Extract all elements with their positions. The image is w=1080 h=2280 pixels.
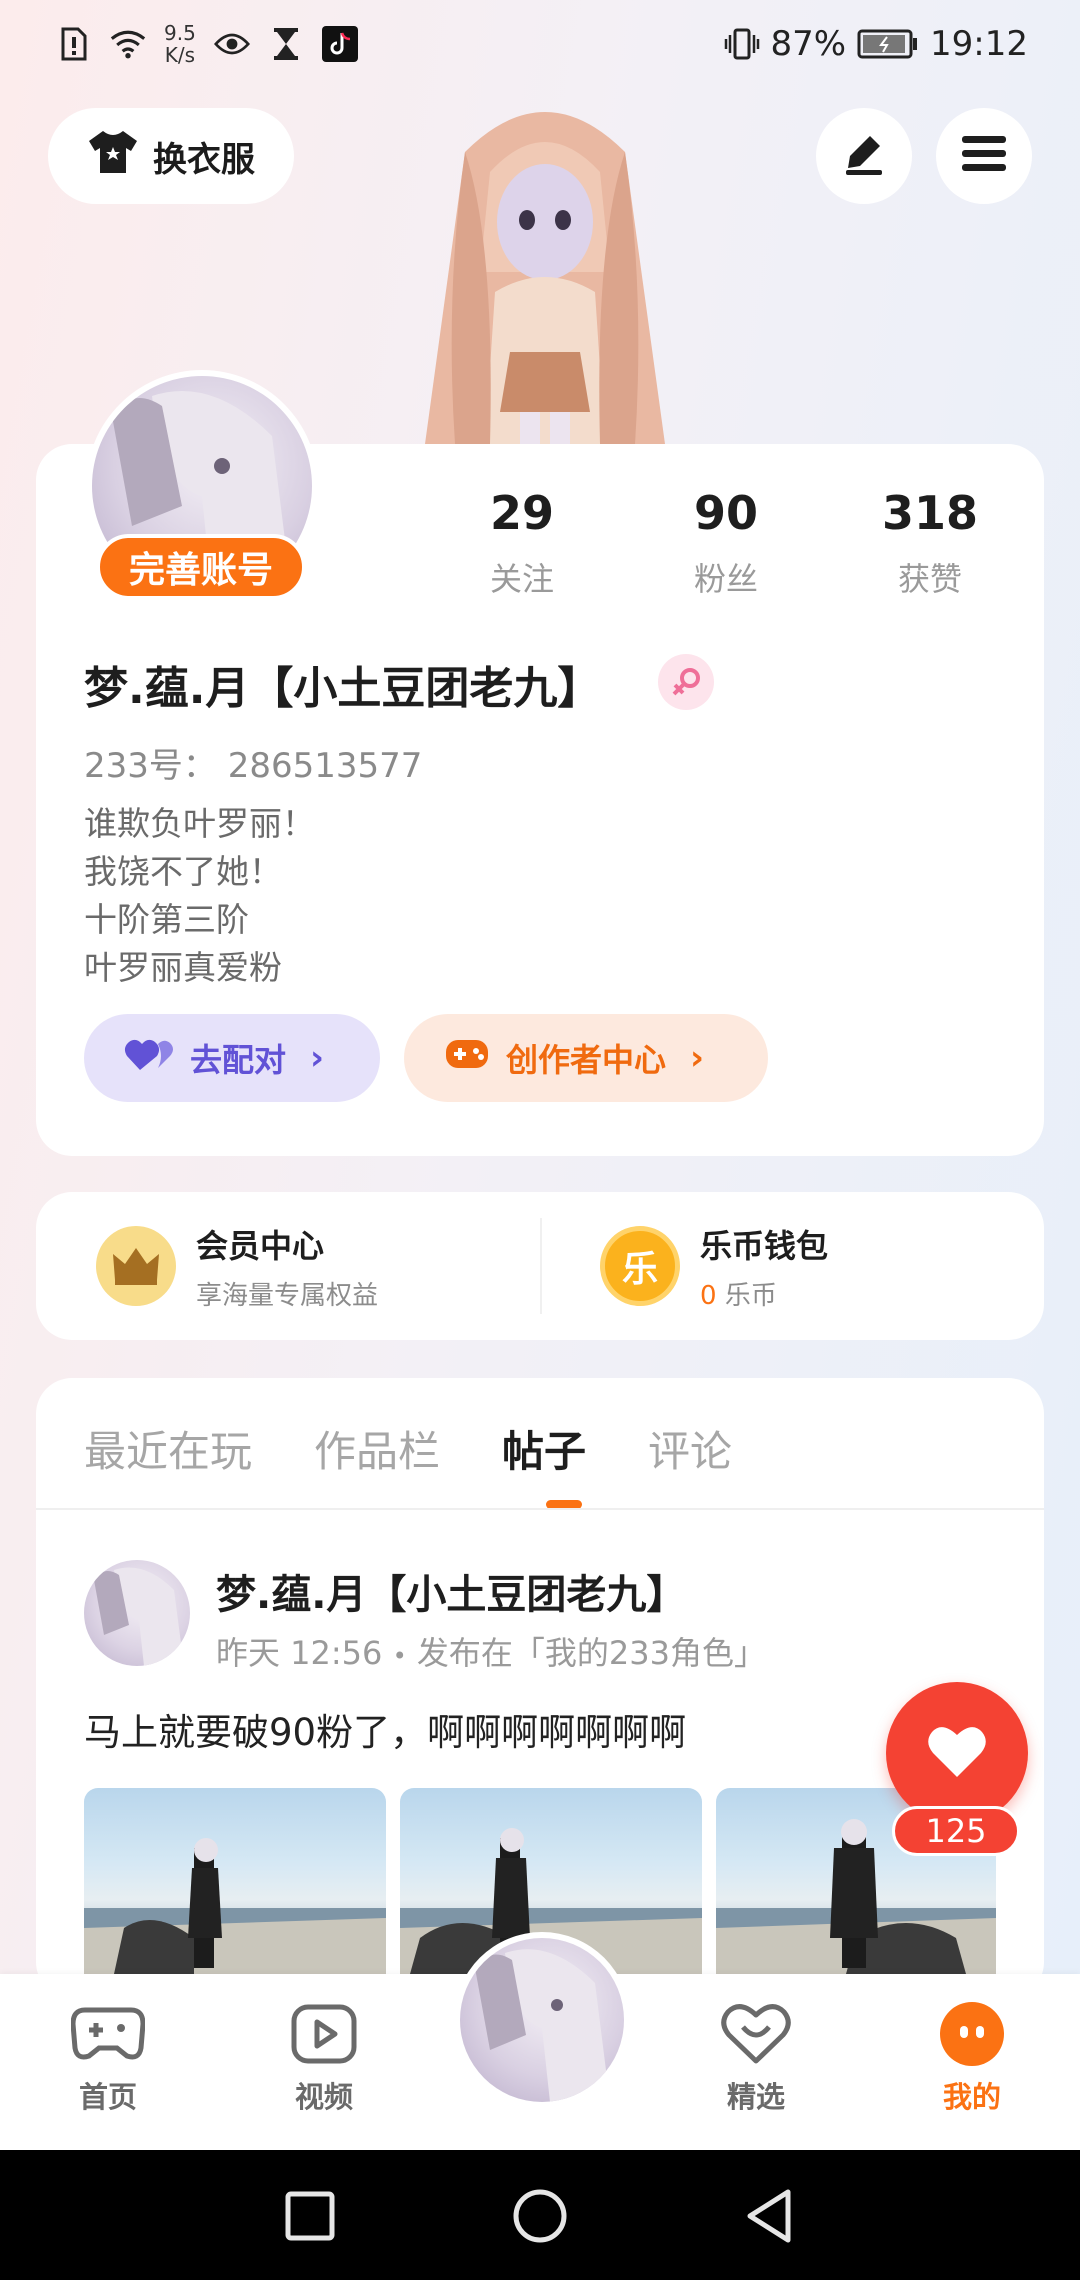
tshirt-icon xyxy=(87,129,139,184)
member-wallet-card: 会员中心 享海量专属权益 乐 乐币钱包 0 乐币 xyxy=(36,1192,1044,1340)
following-count: 29 xyxy=(489,486,554,540)
recents-icon[interactable] xyxy=(280,2186,340,2246)
net-speed: 9.5 K/s xyxy=(164,21,196,67)
status-bar: 9.5 K/s 87% 19:12 xyxy=(0,0,1080,90)
match-label: 去配对 xyxy=(190,1041,287,1079)
profile-tabs: 最近在玩 作品栏 帖子 评论 xyxy=(84,1418,732,1479)
nav-featured-label: 精选 xyxy=(726,2080,785,2114)
female-icon xyxy=(658,654,714,710)
home-circle-icon[interactable] xyxy=(510,2186,570,2246)
like-count: 125 xyxy=(892,1806,1020,1856)
member-center-subtitle: 享海量专属权益 xyxy=(196,1280,379,1311)
stat-likes[interactable]: 318 获赞 xyxy=(828,486,1032,600)
chevron-right-icon: › xyxy=(310,1038,325,1078)
stats-row: 29 关注 90 粉丝 318 获赞 xyxy=(420,486,1040,600)
crown-icon xyxy=(96,1226,176,1306)
post-author-name[interactable]: 梦.蕴.月【小土豆团老九】 xyxy=(216,1562,686,1620)
creator-center-label: 创作者中心 xyxy=(506,1041,667,1079)
vibrate-icon xyxy=(724,26,760,62)
bio-line: 我饶不了她！ xyxy=(84,852,282,891)
menu-button[interactable] xyxy=(936,108,1032,204)
edit-button[interactable] xyxy=(816,108,912,204)
clock: 19:12 xyxy=(930,24,1028,64)
sim-alert-icon xyxy=(56,26,92,62)
avatar-figure[interactable] xyxy=(395,92,695,444)
coin-wallet-title: 乐币钱包 xyxy=(700,1226,829,1265)
followers-label: 粉丝 xyxy=(693,560,758,598)
post-author-avatar[interactable] xyxy=(84,1560,190,1666)
coin-balance: 0 乐币 xyxy=(700,1280,777,1311)
username: 梦.蕴.月【小土豆团老九】 xyxy=(84,663,602,714)
post-published-in[interactable]: 发布在「我的233角色」 xyxy=(417,1634,766,1672)
nav-video-label: 视频 xyxy=(294,2080,353,2114)
followers-count: 90 xyxy=(693,486,758,540)
status-right: 87% 19:12 xyxy=(724,24,1028,64)
creator-center-button[interactable]: 创作者中心 › xyxy=(404,1014,768,1102)
stat-followers[interactable]: 90 粉丝 xyxy=(624,486,828,600)
tab-works[interactable]: 作品栏 xyxy=(314,1418,440,1479)
hearts-icon xyxy=(124,1036,174,1080)
match-button[interactable]: 去配对 › xyxy=(84,1014,380,1102)
coin-icon: 乐 xyxy=(600,1226,680,1306)
chevron-right-icon: › xyxy=(690,1038,705,1078)
bio-line: 谁欺负叶罗丽！ xyxy=(84,804,315,843)
heart-chat-icon xyxy=(676,2000,836,2068)
member-center-title: 会员中心 xyxy=(196,1226,325,1265)
following-label: 关注 xyxy=(489,560,554,598)
gamepad-icon xyxy=(444,1036,490,1080)
nav-avatar[interactable] xyxy=(454,1932,630,2108)
divider xyxy=(36,1508,1044,1510)
bio-line: 叶罗丽真爱粉 xyxy=(84,948,282,987)
stat-following[interactable]: 29 关注 xyxy=(420,486,624,600)
complete-account-badge[interactable]: 完善账号 xyxy=(96,534,306,600)
coin-wallet[interactable]: 乐 乐币钱包 0 乐币 xyxy=(540,1221,1044,1312)
eye-icon xyxy=(213,26,250,62)
likes-label: 获赞 xyxy=(897,560,962,598)
heart-icon xyxy=(926,1723,988,1783)
post-time: 昨天 12:56 xyxy=(216,1634,383,1672)
menu-icon xyxy=(960,134,1008,178)
post-text: 马上就要破90粉了，啊啊啊啊啊啊啊 xyxy=(84,1711,687,1754)
member-center[interactable]: 会员中心 享海量专属权益 xyxy=(36,1221,540,1312)
video-play-icon xyxy=(244,2000,404,2068)
post-meta: 昨天 12:56 • 发布在「我的233角色」 xyxy=(216,1628,766,1674)
tab-posts[interactable]: 帖子 xyxy=(502,1418,586,1479)
user-id: 233号： 286513577 xyxy=(84,746,423,786)
tab-recently-played[interactable]: 最近在玩 xyxy=(84,1418,252,1479)
divider xyxy=(540,1218,542,1314)
hourglass-icon xyxy=(268,26,304,62)
tiktok-icon xyxy=(321,26,358,62)
post-image[interactable] xyxy=(84,1788,386,1974)
meta-separator: • xyxy=(392,1642,407,1670)
status-left: 9.5 K/s xyxy=(56,22,358,66)
profile-face-icon xyxy=(892,2000,1052,2068)
battery-percent: 87% xyxy=(770,24,847,64)
back-triangle-icon[interactable] xyxy=(740,2186,800,2246)
gamepad-icon xyxy=(28,2000,188,2068)
battery-icon xyxy=(856,26,920,62)
nav-home-label: 首页 xyxy=(78,2080,137,2114)
nav-video[interactable]: 视频 xyxy=(244,2000,404,2116)
avatar-image xyxy=(460,1938,624,2102)
nav-home[interactable]: 首页 xyxy=(28,2000,188,2116)
pen-icon xyxy=(840,130,888,182)
likes-count: 318 xyxy=(881,486,979,540)
like-button[interactable] xyxy=(886,1682,1028,1824)
bio-line: 十阶第三阶 xyxy=(84,900,249,939)
nav-me-label: 我的 xyxy=(942,2080,1001,2114)
bio: 谁欺负叶罗丽！ 我饶不了她！ 十阶第三阶 叶罗丽真爱粉 xyxy=(84,800,315,992)
nav-me[interactable]: 我的 xyxy=(892,2000,1052,2116)
nav-featured[interactable]: 精选 xyxy=(676,2000,836,2116)
change-outfit-button[interactable]: 换衣服 xyxy=(48,108,294,204)
change-outfit-label: 换衣服 xyxy=(153,139,255,180)
wifi-icon xyxy=(110,26,146,62)
tab-comments[interactable]: 评论 xyxy=(648,1418,732,1479)
